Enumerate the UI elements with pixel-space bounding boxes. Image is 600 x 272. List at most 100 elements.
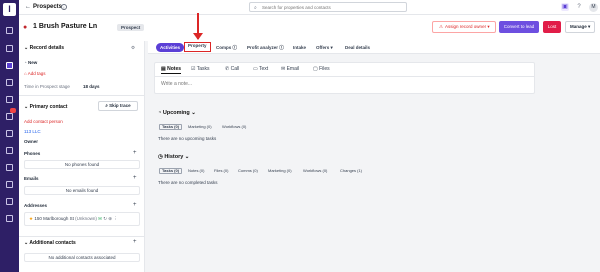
tab-property[interactable]: Property: [184, 42, 211, 52]
location-pin-icon: ●: [23, 24, 28, 31]
tab-comps-label: Comps: [216, 45, 232, 50]
divider: [19, 95, 145, 96]
note-input[interactable]: [161, 80, 521, 88]
settings-icon[interactable]: [6, 215, 13, 222]
history-pill-notes[interactable]: Notes (0): [186, 168, 206, 174]
address-item[interactable]: ★ 150 Marlborough St (Unknown) ✉ ↻ ⊕ ⋮: [24, 212, 140, 226]
chat-icon[interactable]: ▣: [561, 3, 569, 11]
properties-icon[interactable]: [6, 62, 13, 69]
skip-trace-button[interactable]: ⌕ Skip trace: [98, 101, 138, 111]
tab-intake[interactable]: Intake: [293, 43, 306, 52]
primary-contact-title: Primary contact: [29, 104, 68, 110]
assign-owner-label: Assign record owner: [445, 24, 487, 29]
messages-icon[interactable]: [6, 113, 13, 120]
composer-tab-tasks[interactable]: ☑ Tasks: [191, 66, 210, 72]
divider: [155, 76, 534, 77]
activities-panel: ▤ Notes ☑ Tasks ✆ Call ▭ Text ✉ Email ▢ …: [148, 54, 600, 272]
info-icon[interactable]: i: [61, 4, 67, 10]
composer-tab-call[interactable]: ✆ Call: [225, 66, 239, 72]
composer-tab-tasks-label: Tasks: [196, 66, 210, 72]
page-title: Prospects: [33, 4, 63, 10]
owner-label: Owner: [24, 139, 39, 144]
additional-contacts-title: Additional contacts: [29, 240, 76, 246]
add-email-icon[interactable]: +: [133, 175, 137, 181]
time-in-stage-value: 18 days: [83, 84, 100, 89]
tab-offers-label: Offers: [316, 45, 330, 50]
composer-tab-call-label: Call: [230, 66, 240, 72]
history-pill-workflows[interactable]: Workflows (0): [301, 168, 329, 174]
add-phone-icon[interactable]: +: [133, 150, 137, 156]
integrations-icon[interactable]: [6, 198, 13, 205]
skip-trace-label: Skip trace: [109, 103, 131, 108]
composer-tab-text-label: Text: [259, 66, 269, 72]
add-contact-person-link[interactable]: Add contact person: [24, 119, 63, 124]
company-link[interactable]: 113 LLC: [24, 129, 41, 134]
top-bar: ← Prospects i ⌕ ▣ ? M: [19, 0, 600, 15]
history-pill-changes[interactable]: Changes (1): [338, 168, 364, 174]
no-phones-message: No phones found: [24, 160, 140, 169]
record-details-header[interactable]: ⌄ Record details: [24, 45, 64, 51]
reports-icon[interactable]: [6, 130, 13, 137]
upcoming-pill-tasks[interactable]: Tasks (0): [159, 124, 183, 130]
history-pill-marketing[interactable]: Marketing (0): [266, 168, 294, 174]
composer-tab-notes[interactable]: ▤ Notes: [161, 66, 182, 74]
history-title: History: [164, 154, 184, 160]
upcoming-header[interactable]: ◔ Upcoming ⌄: [158, 110, 196, 116]
star-icon[interactable]: ★: [29, 216, 33, 221]
contacts-icon[interactable]: [6, 79, 13, 86]
tab-profit-analyzer-label: Profit analyzer: [247, 45, 279, 50]
convert-to-lead-button[interactable]: Convert to lead: [499, 21, 539, 33]
dashboard-icon[interactable]: [6, 27, 13, 34]
upcoming-pill-marketing[interactable]: Marketing (0): [186, 124, 214, 130]
info-icon: ⓘ: [232, 45, 238, 50]
upcoming-pill-workflows[interactable]: Workflows (0): [220, 124, 248, 130]
manage-dropdown[interactable]: Manage ▾: [565, 21, 595, 33]
record-sidebar: ⌄ Record details ⚙ ◔ New ⌂ Add tags Time…: [19, 41, 145, 272]
history-pill-tasks[interactable]: Tasks (0): [159, 168, 183, 174]
avatar[interactable]: M: [589, 3, 598, 12]
calendar-icon[interactable]: [6, 96, 13, 103]
primary-contact-header[interactable]: ⌄ Primary contact: [24, 104, 67, 110]
additional-contacts-header[interactable]: ⌄ Additional contacts: [24, 240, 76, 246]
add-address-icon[interactable]: +: [133, 202, 137, 208]
team-icon[interactable]: [6, 181, 13, 188]
stage-icon: ◔: [24, 60, 27, 65]
history-pill-comms[interactable]: Comms (0): [236, 168, 260, 174]
composer-tab-files[interactable]: ▢ Files: [313, 66, 330, 72]
workflows-icon[interactable]: [6, 164, 13, 171]
record-details-title: Record details: [29, 45, 65, 51]
tab-profit-analyzer[interactable]: Profit analyzer ⓘ: [247, 43, 284, 52]
help-icon[interactable]: ?: [575, 3, 583, 11]
tab-offers[interactable]: Offers ▾: [316, 43, 333, 52]
time-in-stage-label: Time in Prospect stage: [24, 84, 70, 89]
tab-activities[interactable]: Activities: [156, 43, 185, 52]
history-empty-message: There are no completed tasks: [158, 180, 218, 185]
gear-icon[interactable]: ⚙: [131, 45, 135, 51]
global-search[interactable]: ⌕: [249, 2, 407, 12]
address-status: (Unknown): [75, 216, 97, 221]
composer-tab-email[interactable]: ✉ Email: [281, 66, 299, 72]
divider: [19, 236, 145, 237]
search-input[interactable]: [262, 4, 402, 11]
inbox-icon[interactable]: [6, 45, 13, 52]
app-logo[interactable]: l: [3, 3, 16, 16]
history-header[interactable]: ◷ History ⌄: [158, 154, 189, 160]
history-pill-files[interactable]: Files (0): [212, 168, 230, 174]
composer-tab-notes-label: Notes: [167, 66, 182, 72]
tab-comps[interactable]: Comps ⓘ: [216, 43, 237, 52]
add-tags-link[interactable]: ⌂ Add tags: [24, 71, 46, 76]
left-nav-rail: l: [0, 0, 19, 272]
composer-tab-text[interactable]: ▭ Text: [253, 66, 268, 72]
upcoming-title: Upcoming: [162, 110, 190, 116]
tab-deal-details[interactable]: Deal details: [345, 43, 370, 52]
lost-button[interactable]: Lost: [543, 21, 561, 33]
marketing-icon[interactable]: [6, 147, 13, 154]
address-actions-icon[interactable]: ↻ ⊕ ⋮: [103, 216, 118, 221]
stage-row[interactable]: ◔ New: [24, 60, 37, 65]
assign-owner-button[interactable]: ⚠ Assign record owner ▾: [432, 21, 496, 33]
back-arrow-icon[interactable]: ←: [25, 4, 31, 10]
composer-tab-email-label: Email: [286, 66, 300, 72]
add-additional-contact-icon[interactable]: +: [133, 239, 137, 245]
upcoming-empty-message: There are no upcoming tasks: [158, 136, 217, 141]
record-header: ● 1 Brush Pasture Ln Prospect ⚠ Assign re…: [19, 15, 600, 41]
